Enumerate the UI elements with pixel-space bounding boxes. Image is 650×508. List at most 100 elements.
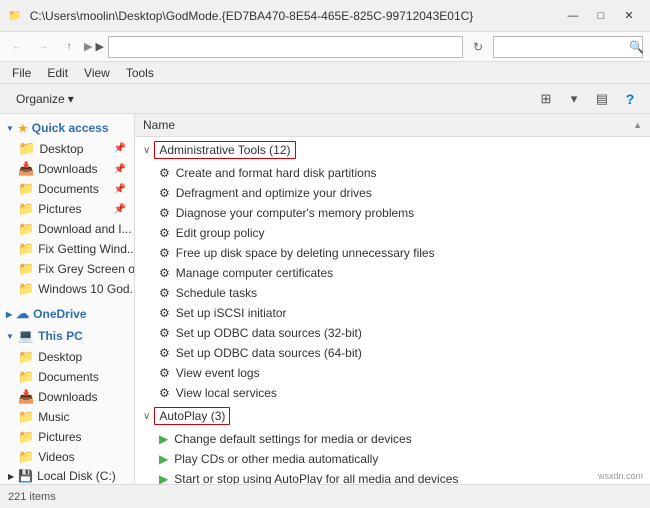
file-icon: ⚙	[159, 346, 170, 360]
sidebar-item-download2[interactable]: 📁 Download and I...	[0, 219, 134, 239]
file-item[interactable]: ⚙ View event logs	[135, 363, 650, 383]
file-item[interactable]: ▶ Change default settings for media or d…	[135, 429, 650, 449]
file-label: Free up disk space by deleting unnecessa…	[176, 246, 435, 260]
minimize-button[interactable]: —	[560, 6, 586, 26]
file-label: Defragment and optimize your drives	[176, 186, 372, 200]
file-item[interactable]: ⚙ Create and format hard disk partitions	[135, 163, 650, 183]
search-input[interactable]	[493, 36, 643, 58]
section-chevron-icon: ∨	[143, 411, 150, 422]
title-bar: 📁 C:\Users\moolin\Desktop\GodMode.{ED7BA…	[0, 0, 650, 32]
help-button[interactable]: ?	[618, 87, 642, 111]
file-icon: ⚙	[159, 386, 170, 400]
file-icon: ⚙	[159, 206, 170, 220]
file-icon: ⚙	[159, 166, 170, 180]
sidebar: ▼ ★ Quick access 📁 Desktop 📌 📥 Downloads…	[0, 114, 135, 484]
sidebar-item-music[interactable]: 📁 Music	[0, 407, 134, 427]
pin-icon: 📌	[114, 184, 126, 195]
sidebar-item-documents[interactable]: 📁 Documents 📌	[0, 179, 134, 199]
sidebar-item-label: Downloads	[38, 162, 97, 176]
file-icon: ▶	[159, 472, 168, 484]
sidebar-quick-access-header[interactable]: ▼ ★ Quick access	[0, 118, 134, 138]
file-label: Diagnose your computer's memory problems	[176, 206, 414, 220]
file-item[interactable]: ⚙ Free up disk space by deleting unneces…	[135, 243, 650, 263]
sidebar-item-downloads[interactable]: 📥 Downloads 📌	[0, 159, 134, 179]
sidebar-item-desktop-pc[interactable]: 📁 Desktop	[0, 347, 134, 367]
this-pc-icon: 💻	[18, 328, 34, 344]
folder-icon: 📁	[18, 221, 34, 237]
file-item[interactable]: ⚙ Set up ODBC data sources (32-bit)	[135, 323, 650, 343]
view-icons: ⊞ ▾ ▤ ?	[534, 87, 642, 111]
sidebar-item-downloads-pc[interactable]: 📥 Downloads	[0, 387, 134, 407]
file-label: Set up ODBC data sources (32-bit)	[176, 326, 362, 340]
address-bar: ← → ↑ ▶ ▶ ↻ 🔍	[0, 32, 650, 62]
file-item[interactable]: ⚙ Manage computer certificates	[135, 263, 650, 283]
file-label: Start or stop using AutoPlay for all med…	[174, 472, 458, 484]
up-button[interactable]: ↑	[58, 36, 80, 58]
address-input[interactable]	[108, 36, 463, 58]
back-button[interactable]: ←	[6, 36, 28, 58]
section-autoplay[interactable]: ∨ AutoPlay (3)	[135, 403, 650, 429]
view-dropdown-button[interactable]: ▾	[562, 87, 586, 111]
file-item[interactable]: ▶ Play CDs or other media automatically	[135, 449, 650, 469]
file-item[interactable]: ⚙ View local services	[135, 383, 650, 403]
sidebar-item-pictures[interactable]: 📁 Pictures 📌	[0, 199, 134, 219]
file-item[interactable]: ▶ Start or stop using AutoPlay for all m…	[135, 469, 650, 484]
watermark-text: wsxdn.com	[598, 471, 643, 481]
file-item[interactable]: ⚙ Diagnose your computer's memory proble…	[135, 203, 650, 223]
forward-button[interactable]: →	[32, 36, 54, 58]
sidebar-item-label: Fix Getting Wind...	[38, 242, 134, 256]
sidebar-item-videos[interactable]: 📁 Videos	[0, 447, 134, 467]
folder-icon: 📁	[18, 201, 34, 217]
local-disk-label: Local Disk (C:)	[37, 469, 116, 483]
file-icon: ⚙	[159, 326, 170, 340]
sidebar-onedrive-header[interactable]: ▶ ☁ OneDrive	[0, 303, 134, 325]
maximize-button[interactable]: □	[588, 6, 614, 26]
sidebar-item-fix-getting[interactable]: 📁 Fix Getting Wind...	[0, 239, 134, 259]
section-chevron-icon: ∨	[143, 145, 150, 156]
sidebar-this-pc-header[interactable]: ▼ 💻 This PC	[0, 325, 134, 347]
this-pc-expand-icon: ▼	[6, 332, 14, 341]
sidebar-item-label: Fix Grey Screen o...	[38, 262, 134, 276]
file-label: Set up iSCSI initiator	[176, 306, 287, 320]
folder-icon: 📁	[18, 261, 34, 277]
sidebar-item-label: Desktop	[39, 142, 83, 156]
refresh-button[interactable]: ↻	[467, 36, 489, 58]
close-button[interactable]: ✕	[616, 6, 642, 26]
file-label: Schedule tasks	[176, 286, 257, 300]
menu-view[interactable]: View	[76, 64, 118, 82]
column-name[interactable]: Name	[143, 118, 633, 132]
section-admin-tools[interactable]: ∨ Administrative Tools (12)	[135, 137, 650, 163]
file-label: Edit group policy	[176, 226, 265, 240]
pin-icon: 📌	[114, 143, 126, 154]
sidebar-item-fix-grey[interactable]: 📁 Fix Grey Screen o...	[0, 259, 134, 279]
onedrive-expand-icon: ▶	[6, 310, 12, 319]
sidebar-item-desktop[interactable]: 📁 Desktop 📌	[0, 138, 134, 159]
sidebar-item-pictures-pc[interactable]: 📁 Pictures	[0, 427, 134, 447]
file-item[interactable]: ⚙ Set up iSCSI initiator	[135, 303, 650, 323]
menu-file[interactable]: File	[4, 64, 39, 82]
download-folder-icon: 📥	[18, 389, 34, 405]
onedrive-label: OneDrive	[33, 307, 86, 321]
file-label: Create and format hard disk partitions	[176, 166, 377, 180]
search-icon: 🔍	[629, 40, 644, 54]
file-item[interactable]: ⚙ Edit group policy	[135, 223, 650, 243]
file-item[interactable]: ⚙ Set up ODBC data sources (64-bit)	[135, 343, 650, 363]
autoplay-title: AutoPlay (3)	[154, 407, 230, 425]
sidebar-item-documents-pc[interactable]: 📁 Documents	[0, 367, 134, 387]
preview-pane-button[interactable]: ▤	[590, 87, 614, 111]
file-item[interactable]: ⚙ Schedule tasks	[135, 283, 650, 303]
file-icon: ⚙	[159, 186, 170, 200]
sidebar-item-windows10[interactable]: 📁 Windows 10 God...	[0, 279, 134, 299]
menu-tools[interactable]: Tools	[118, 64, 162, 82]
file-item[interactable]: ⚙ Defragment and optimize your drives	[135, 183, 650, 203]
sidebar-item-local-disk[interactable]: ▶ 💾 Local Disk (C:)	[0, 467, 134, 484]
sidebar-item-label: Pictures	[38, 430, 81, 444]
window-controls: — □ ✕	[560, 6, 642, 26]
breadcrumb-icon: ▶	[84, 40, 92, 53]
window-icon: 📁	[8, 9, 22, 22]
view-toggle-button[interactable]: ⊞	[534, 87, 558, 111]
folder-icon: 📁	[18, 281, 34, 297]
menu-edit[interactable]: Edit	[39, 64, 76, 82]
organize-button[interactable]: Organize ▾	[8, 89, 82, 109]
sidebar-item-label: Desktop	[38, 350, 82, 364]
